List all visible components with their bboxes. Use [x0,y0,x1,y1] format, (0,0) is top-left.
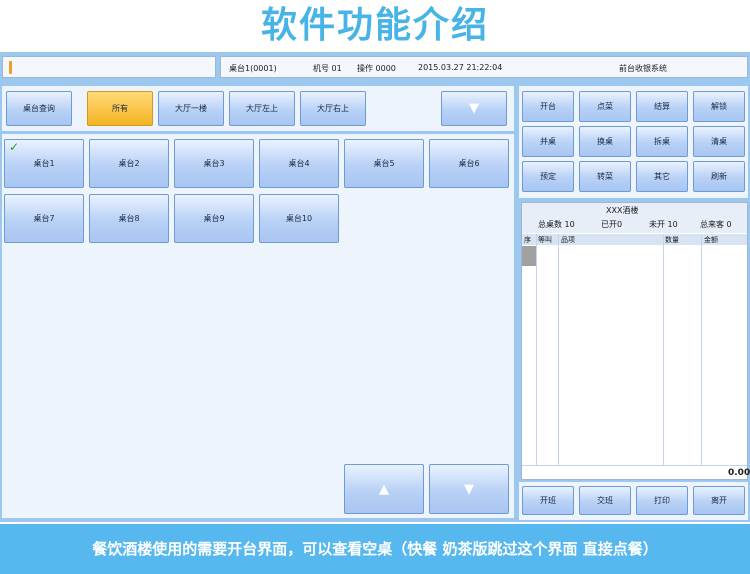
table-label: 桌台6 [458,159,480,168]
status-machine: 机号 01 [313,64,342,73]
table-label: 桌台7 [33,214,55,223]
table-button-1[interactable]: 桌台1 ✓ [4,139,84,188]
column-divider [558,234,559,466]
transfer-dish-button[interactable]: 转菜 [579,161,631,192]
selected-row-marker [522,246,536,266]
column-divider [701,234,702,466]
triangle-up-icon: ▲ [379,481,389,497]
unlock-button[interactable]: 解锁 [693,91,745,122]
tab-hall-floor1[interactable]: 大厅一楼 [158,91,224,126]
order-button[interactable]: 点菜 [579,91,631,122]
status-operator: 操作 0000 [357,64,396,73]
checkout-button[interactable]: 结算 [636,91,688,122]
table-button-8[interactable]: 桌台8 [89,194,169,243]
exit-button[interactable]: 离开 [693,486,745,515]
status-table: 桌台1(0001) [229,64,277,73]
col-waiting: 等叫 [538,236,552,244]
table-label: 桌台10 [285,214,313,223]
col-seq: 序 [524,236,531,244]
tab-all[interactable]: 所有 [87,91,153,126]
opened-tables: 已开0 [601,220,623,229]
reserve-button[interactable]: 预定 [522,161,574,192]
column-divider [536,234,537,466]
table-button-6[interactable]: 桌台6 [429,139,509,188]
tabs-scroll-down-button[interactable]: ▼ [441,91,507,126]
restaurant-name: XXX酒楼 [606,206,639,215]
hand-over-button[interactable]: 交班 [579,486,631,515]
col-item: 品项 [561,236,575,244]
page-up-button[interactable]: ▲ [344,464,424,514]
triangle-down-icon: ▼ [469,101,479,116]
page-down-button[interactable]: ▼ [429,464,509,514]
tables-panel [2,134,514,518]
tab-hall-upper-left[interactable]: 大厅左上 [229,91,295,126]
split-table-button[interactable]: 拆桌 [636,126,688,157]
table-label: 桌台5 [373,159,395,168]
unopened-tables: 未开 10 [649,220,678,229]
table-label: 桌台4 [288,159,310,168]
caption-banner: 餐饮酒楼使用的需要开台界面，可以查看空桌（快餐 奶茶版跳过这个界面 直接点餐） [0,524,750,574]
table-label: 桌台3 [203,159,225,168]
total-tables: 总桌数 10 [538,220,575,229]
table-button-7[interactable]: 桌台7 [4,194,84,243]
table-label: 桌台9 [203,214,225,223]
refresh-button[interactable]: 刷新 [693,161,745,192]
status-info: 桌台1(0001) 机号 01 操作 0000 2015.03.27 21:22… [220,56,748,78]
table-label: 桌台2 [118,159,140,168]
list-footer-divider [522,465,747,466]
col-qty: 数量 [665,236,679,244]
table-search-button[interactable]: 桌台查询 [6,91,72,126]
order-info-panel: XXX酒楼 总桌数 10 已开0 未开 10 总来客 0 序 等叫 品项 数量 … [521,202,750,480]
indicator-icon [9,61,12,74]
table-button-5[interactable]: 桌台5 [344,139,424,188]
triangle-down-icon: ▼ [464,481,474,497]
table-button-3[interactable]: 桌台3 [174,139,254,188]
status-bar: 桌台1(0001) 机号 01 操作 0000 2015.03.27 21:22… [2,56,748,78]
page-title: 软件功能介绍 [260,5,489,46]
table-button-9[interactable]: 桌台9 [174,194,254,243]
status-datetime: 2015.03.27 21:22:04 [418,63,503,72]
open-table-button[interactable]: 开台 [522,91,574,122]
status-system-name: 前台收银系统 [619,64,667,73]
change-table-button[interactable]: 换桌 [579,126,631,157]
clear-table-button[interactable]: 清桌 [693,126,745,157]
col-amount: 金额 [704,236,718,244]
check-icon: ✓ [9,140,20,154]
column-divider [663,234,664,466]
table-label: 桌台1 [33,159,55,168]
table-button-4[interactable]: 桌台4 [259,139,339,188]
order-list-header: 序 等叫 品项 数量 金额 [522,234,747,245]
tab-hall-upper-right[interactable]: 大厅右上 [300,91,366,126]
total-guests: 总来客 0 [700,220,732,229]
table-button-10[interactable]: 桌台10 [259,194,339,243]
order-total-amount: 0.00 [728,468,750,478]
other-button[interactable]: 其它 [636,161,688,192]
table-button-2[interactable]: 桌台2 [89,139,169,188]
merge-table-button[interactable]: 并桌 [522,126,574,157]
start-shift-button[interactable]: 开班 [522,486,574,515]
print-button[interactable]: 打印 [636,486,688,515]
status-left-field [2,56,216,78]
table-label: 桌台8 [118,214,140,223]
